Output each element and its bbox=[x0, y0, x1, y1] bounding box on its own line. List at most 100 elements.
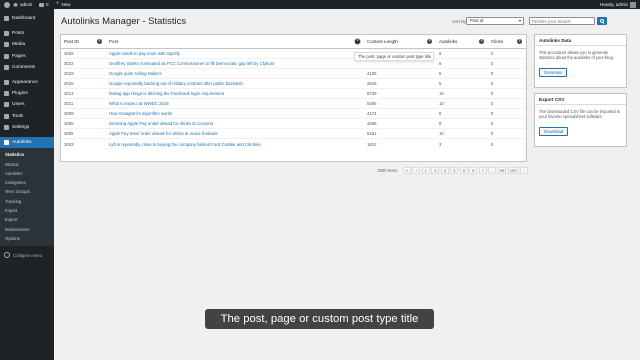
page-button[interactable]: 5 bbox=[459, 167, 468, 174]
new-label: New bbox=[61, 2, 71, 7]
box-title: Export CSV bbox=[535, 94, 626, 105]
cell-post-title[interactable]: Apple Pay tests 'order ahead' for drinks… bbox=[106, 128, 364, 139]
cell-post-title[interactable]: Lyft is reportedly close to buying the c… bbox=[106, 138, 364, 149]
search-input[interactable] bbox=[529, 17, 595, 25]
sidebar-item-label: Comments bbox=[12, 64, 36, 70]
page-button[interactable]: 100 bbox=[507, 167, 519, 174]
submenu-item-categories[interactable]: Categories bbox=[0, 178, 54, 187]
cell-post-id: 3011 bbox=[61, 97, 106, 109]
submenu-item-options[interactable]: Options bbox=[0, 234, 54, 243]
page-button[interactable]: ‹ bbox=[412, 167, 421, 174]
account-menu[interactable]: Howdy, admin bbox=[600, 0, 636, 9]
comments-link[interactable]: 0 bbox=[39, 0, 49, 9]
dashboard-icon bbox=[4, 16, 9, 22]
cell-post-id: 3019 bbox=[61, 67, 106, 79]
page-button[interactable]: 2 bbox=[431, 167, 440, 174]
autolinks-data-box: Autolinks Data This procedure allows you… bbox=[534, 34, 627, 88]
sidebar-item-label: Plugins bbox=[12, 91, 28, 97]
cell-post-id: 3016 bbox=[61, 77, 106, 89]
download-button[interactable]: Download bbox=[539, 126, 569, 136]
submenu-item-statistics[interactable]: Statistics bbox=[0, 150, 54, 159]
page-button[interactable]: 4 bbox=[450, 167, 459, 174]
submenu-item-maintenance[interactable]: Maintenance bbox=[0, 224, 54, 233]
sidebar-item-media[interactable]: Media bbox=[0, 39, 54, 50]
help-icon[interactable]: ? bbox=[427, 39, 432, 44]
sidebar-item-autolinks[interactable]: Autolinks bbox=[0, 136, 54, 149]
column-post[interactable]: Post? bbox=[106, 35, 364, 49]
new-content-link[interactable]: + New bbox=[56, 0, 71, 9]
wrench-icon bbox=[4, 113, 9, 119]
cell-post-title[interactable]: How Instagram's algorithm works bbox=[106, 108, 364, 119]
cell-post-title[interactable]: Dating app Hinge is ditching the Faceboo… bbox=[106, 87, 364, 99]
page-button[interactable]: 6 bbox=[469, 167, 478, 174]
cell-post-title[interactable]: Google quits selling Nokia's bbox=[106, 67, 364, 79]
cell-clicks: 0 bbox=[488, 77, 526, 89]
column-autolinks[interactable]: Autolinks? bbox=[436, 35, 488, 49]
cell-clicks: 0 bbox=[488, 138, 526, 149]
sidebar-item-dashboard[interactable]: Dashboard bbox=[0, 13, 54, 24]
column-post-id[interactable]: Post ID? bbox=[61, 35, 106, 49]
column-content-length[interactable]: Content Length? bbox=[364, 35, 436, 49]
sidebar-item-settings[interactable]: Settings bbox=[0, 122, 54, 133]
cell-post-title[interactable]: Geoffrey Starks nominated as FCC Commiss… bbox=[106, 57, 364, 69]
cell-content-length: 5455 bbox=[364, 97, 436, 109]
table-row: 3022 Geoffrey Starks nominated as FCC Com… bbox=[61, 57, 526, 69]
help-icon[interactable]: ? bbox=[479, 39, 484, 44]
cell-post-id: 3025 bbox=[61, 47, 106, 59]
cell-post-title[interactable]: Demoing Apple Pay under ahead for drinks… bbox=[106, 118, 364, 129]
sidebar-item-appearance[interactable]: Appearance bbox=[0, 77, 54, 88]
sidebar-item-label: Autolinks bbox=[12, 139, 32, 145]
sidebar-item-tools[interactable]: Tools bbox=[0, 111, 54, 122]
cell-autolinks: 6 bbox=[436, 47, 488, 59]
video-stage: admin 0 + New Howdy, admin Dashboard Post… bbox=[0, 0, 640, 360]
collapse-menu-button[interactable]: Collapse menu bbox=[0, 249, 54, 261]
sidebar-item-posts[interactable]: Posts bbox=[0, 28, 54, 39]
cell-content-length: 1812 bbox=[364, 138, 436, 149]
help-icon[interactable]: ? bbox=[97, 39, 102, 44]
page-button[interactable]: « bbox=[402, 167, 411, 174]
link-icon bbox=[4, 139, 9, 145]
page-button[interactable]: › bbox=[520, 167, 528, 174]
page-button[interactable]: 1 bbox=[421, 167, 430, 174]
submenu-item-export[interactable]: Export bbox=[0, 215, 54, 224]
comments-count: 0 bbox=[46, 2, 49, 7]
page-button[interactable]: 99 bbox=[497, 167, 507, 174]
chevron-down-icon: ▾ bbox=[518, 18, 521, 23]
sidebar-item-comments[interactable]: Comments bbox=[0, 62, 54, 73]
sidebar-item-pages[interactable]: Pages bbox=[0, 51, 54, 62]
autolinks-submenu: Statistics Wizard Autolinks Categories T… bbox=[0, 148, 54, 247]
submenu-item-tracking[interactable]: Tracking bbox=[0, 197, 54, 206]
wordpress-logo[interactable] bbox=[4, 0, 10, 9]
submenu-item-autolinks[interactable]: Autolinks bbox=[0, 169, 54, 178]
generate-button[interactable]: Generate bbox=[539, 67, 567, 77]
submenu-item-wizard[interactable]: Wizard bbox=[0, 159, 54, 168]
sort-by-select[interactable]: Post Id ▾ bbox=[466, 17, 524, 25]
help-icon[interactable]: ? bbox=[517, 39, 522, 44]
cell-clicks: 0 bbox=[488, 118, 526, 129]
page-button[interactable]: 7 bbox=[478, 167, 487, 174]
page-button[interactable]: ... bbox=[488, 167, 497, 174]
comment-icon bbox=[4, 64, 9, 70]
cell-post-title[interactable]: What to expect at WWDC 2018 bbox=[106, 97, 364, 109]
table-row: 3006 Demoing Apple Pay under ahead for dr… bbox=[61, 118, 526, 129]
cell-post-title[interactable]: Google reportedly backing out of militar… bbox=[106, 77, 364, 89]
cell-clicks: 0 bbox=[488, 97, 526, 109]
sidebar-item-users[interactable]: Users bbox=[0, 99, 54, 110]
sort-by-label: Sort By bbox=[452, 19, 467, 24]
search-button[interactable] bbox=[597, 17, 607, 25]
media-icon bbox=[4, 42, 9, 48]
sidebar-item-plugins[interactable]: Plugins bbox=[0, 88, 54, 99]
cell-post-title[interactable]: Apple needs to pay more with Spotify bbox=[106, 47, 364, 59]
sidebar-item-label: Settings bbox=[12, 124, 30, 130]
site-name-link[interactable]: admin bbox=[13, 0, 32, 9]
cell-post-id: 3022 bbox=[61, 57, 106, 69]
column-clicks[interactable]: Clicks? bbox=[488, 35, 526, 49]
submenu-item-import[interactable]: Import bbox=[0, 206, 54, 215]
submenu-item-term-groups[interactable]: Term Groups bbox=[0, 187, 54, 196]
items-count: 3080 items bbox=[377, 168, 398, 173]
video-caption: The post, page or custom post type title bbox=[205, 309, 434, 329]
help-icon[interactable]: ? bbox=[355, 39, 360, 44]
table-body: 3025 Apple needs to pay more with Spotify… bbox=[61, 47, 526, 149]
admin-sidebar: Dashboard Posts Media Pages Comments App… bbox=[0, 9, 54, 360]
page-button[interactable]: 3 bbox=[440, 167, 449, 174]
